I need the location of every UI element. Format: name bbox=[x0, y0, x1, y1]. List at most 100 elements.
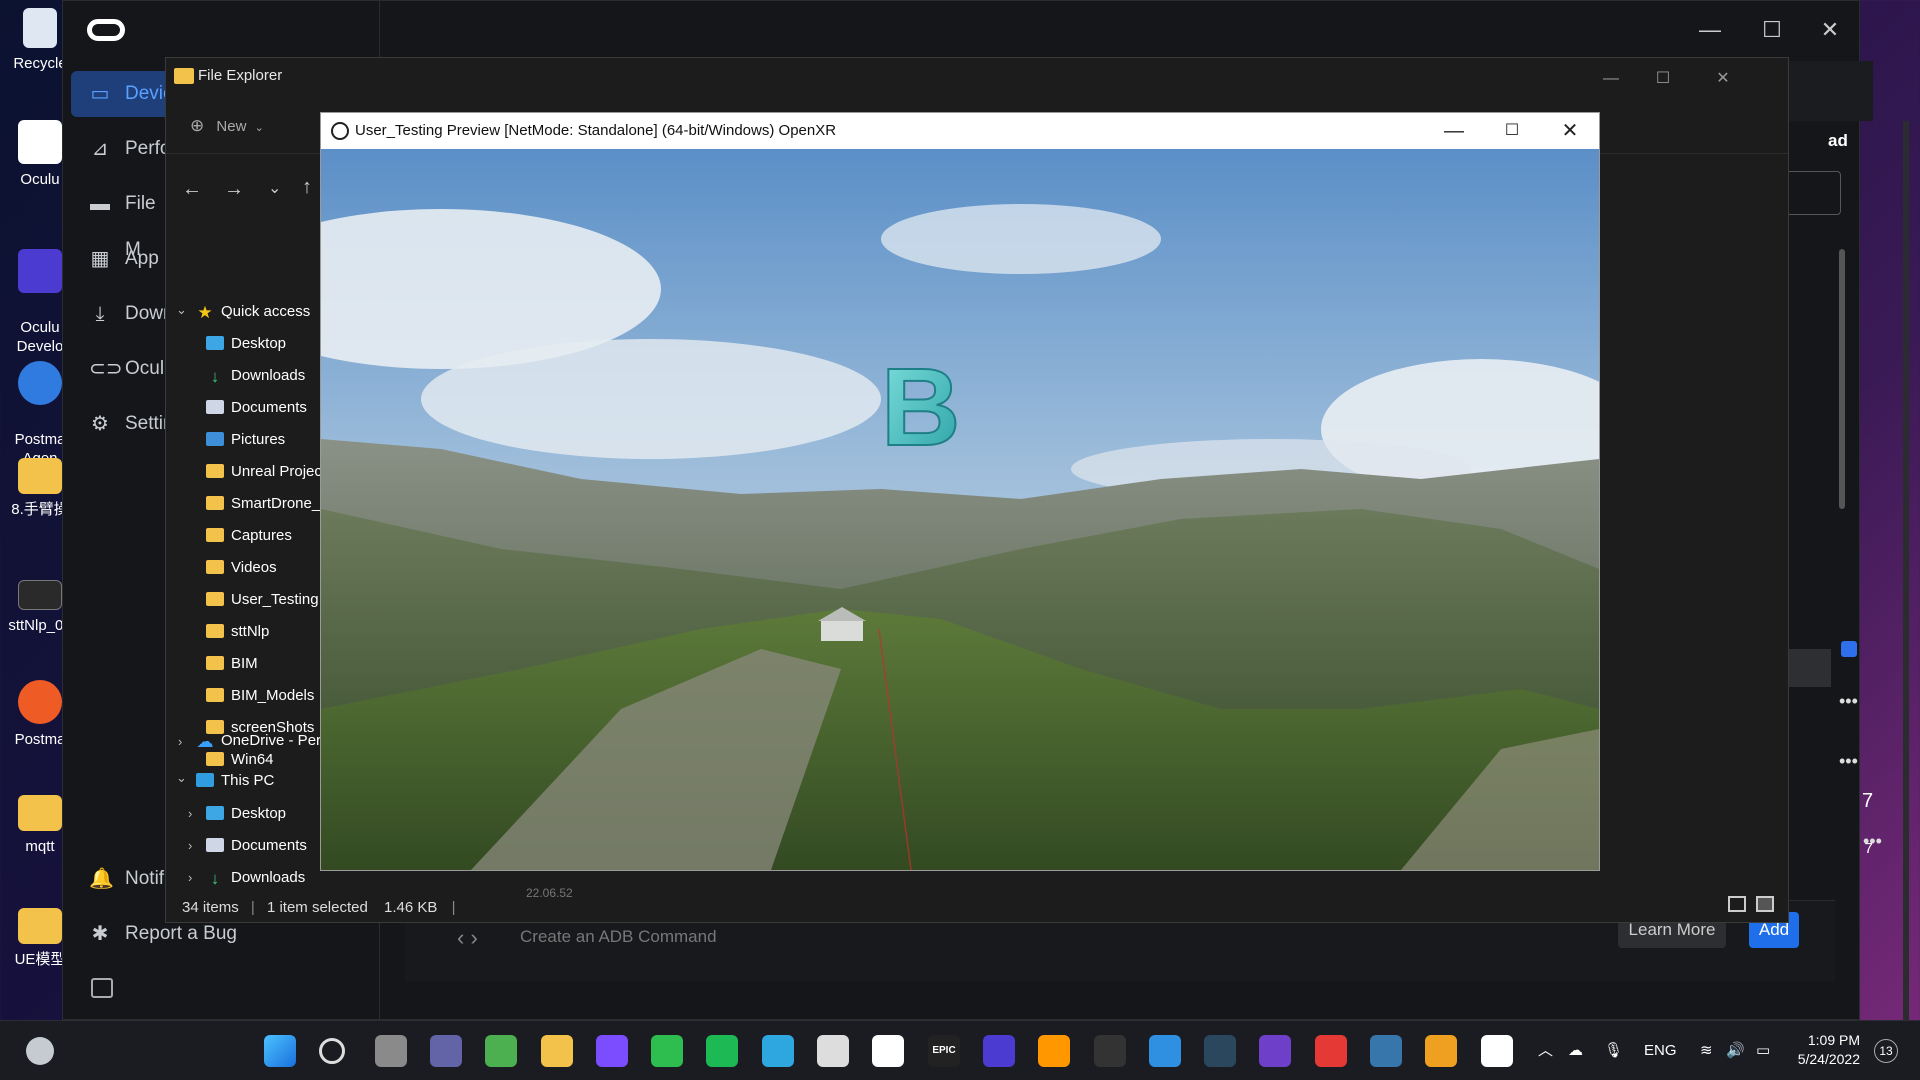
battery-icon[interactable]: ▭ bbox=[1756, 1021, 1770, 1080]
line-icon[interactable] bbox=[651, 1035, 683, 1067]
weather-icon[interactable] bbox=[26, 1037, 54, 1065]
spotify-icon[interactable] bbox=[706, 1035, 738, 1067]
microphone-icon[interactable]: 🎙 bbox=[1604, 1021, 1623, 1080]
tree-quick-access[interactable]: ★ Quick access bbox=[196, 298, 310, 326]
teams-chat-icon[interactable] bbox=[430, 1035, 462, 1067]
nav-performance[interactable]: ⊿ Perfo bbox=[71, 126, 171, 172]
nav-apps[interactable]: ▦ App bbox=[71, 236, 171, 282]
details-view-icon[interactable] bbox=[1728, 896, 1746, 912]
tree-pc-item-documents[interactable]: Documents bbox=[206, 832, 307, 860]
up-arrow-icon[interactable]: ↑ bbox=[302, 176, 312, 199]
notification-badge[interactable]: 13 bbox=[1874, 1039, 1898, 1063]
minimize-icon[interactable]: — bbox=[1429, 116, 1479, 146]
clock[interactable]: 1:09 PM 5/24/2022 bbox=[1790, 1031, 1860, 1069]
tree-onedrive[interactable]: ☁ OneDrive - Pers bbox=[196, 727, 329, 755]
tree-item-smartdrone-[interactable]: SmartDrone_ bbox=[206, 490, 320, 518]
postman-agent-icon bbox=[18, 361, 62, 405]
show-hidden-icons-icon[interactable]: ︿ bbox=[1538, 1021, 1553, 1080]
new-button[interactable]: ⊕ New ⌄ bbox=[190, 116, 264, 136]
chrome-icon[interactable] bbox=[485, 1035, 517, 1067]
computer-icon bbox=[196, 773, 214, 787]
tree-item-documents[interactable]: Documents bbox=[206, 394, 307, 422]
chevron-right-icon[interactable]: › bbox=[188, 870, 192, 885]
recent-chevron-icon[interactable]: ⌄ bbox=[268, 178, 281, 198]
oculus-icon bbox=[18, 120, 62, 164]
onedrive-icon[interactable]: ☁ bbox=[1568, 1021, 1583, 1080]
taskbar: EPIC ︿ ☁ 🎙 ENG ≋ 🔊 ▭ 1:09 PM 5/24/2022 1… bbox=[0, 1020, 1920, 1080]
back-arrow-icon[interactable]: ← bbox=[182, 178, 202, 201]
nav-notifications[interactable]: 🔔 Notif bbox=[71, 856, 171, 902]
dice-icon[interactable] bbox=[1315, 1035, 1347, 1067]
tree-item-desktop[interactable]: Desktop bbox=[206, 330, 286, 358]
language-indicator[interactable]: ENG bbox=[1644, 1021, 1677, 1080]
inkscape-icon[interactable] bbox=[817, 1035, 849, 1067]
right-scrollbar[interactable] bbox=[1839, 249, 1845, 509]
checkbox-checked[interactable] bbox=[1841, 641, 1857, 657]
tiles-view-icon[interactable] bbox=[1756, 896, 1774, 912]
messenger-icon[interactable] bbox=[596, 1035, 628, 1067]
folder-icon bbox=[206, 560, 224, 574]
close-icon[interactable]: ✕ bbox=[1815, 15, 1845, 45]
task-view-icon[interactable] bbox=[375, 1035, 407, 1067]
close-icon[interactable]: ✕ bbox=[1708, 64, 1738, 94]
tree-pc-item-desktop[interactable]: Desktop bbox=[206, 800, 286, 828]
folder-icon bbox=[206, 624, 224, 638]
unreal-engine-icon[interactable] bbox=[1481, 1035, 1513, 1067]
tree-item-bim[interactable]: BIM bbox=[206, 650, 258, 678]
nav-oculus[interactable]: ⊂⊃ Oculu bbox=[71, 346, 175, 392]
more-options-icon[interactable]: ••• bbox=[1839, 691, 1858, 712]
tree-pc-item-downloads[interactable]: ↓ Downloads bbox=[206, 864, 305, 892]
powerpoint-icon[interactable] bbox=[1425, 1035, 1457, 1067]
ue-preview-window: User_Testing Preview [NetMode: Standalon… bbox=[320, 112, 1600, 871]
python-file-icon[interactable] bbox=[1370, 1035, 1402, 1067]
start-icon[interactable] bbox=[264, 1035, 296, 1067]
tree-item-captures[interactable]: Captures bbox=[206, 522, 292, 550]
chevron-right-icon[interactable]: › bbox=[178, 734, 182, 749]
download-icon: ⤓ bbox=[95, 303, 105, 325]
more-options-icon[interactable]: ••• bbox=[1863, 831, 1882, 852]
chevron-down-icon[interactable]: ⌄ bbox=[176, 302, 187, 318]
steam-icon[interactable] bbox=[1204, 1035, 1236, 1067]
edge-icon[interactable] bbox=[762, 1035, 794, 1067]
nav-devices[interactable]: ▭ Devic bbox=[71, 71, 173, 117]
volume-icon[interactable]: 🔊 bbox=[1726, 1021, 1745, 1080]
sublime-icon[interactable] bbox=[1038, 1035, 1070, 1067]
minimize-icon[interactable]: — bbox=[1596, 64, 1626, 94]
tree-item-bim-models[interactable]: BIM_Models bbox=[206, 682, 314, 710]
search-icon[interactable] bbox=[319, 1038, 345, 1064]
folder-icon bbox=[18, 458, 62, 494]
oculus-dev-hub-icon[interactable] bbox=[983, 1035, 1015, 1067]
minimize-icon[interactable]: — bbox=[1695, 15, 1725, 45]
oculus-icon[interactable] bbox=[872, 1035, 904, 1067]
chevron-right-icon[interactable]: › bbox=[188, 838, 192, 853]
tree-item-pictures[interactable]: Pictures bbox=[206, 426, 285, 454]
tree-item-downloads[interactable]: ↓ Downloads bbox=[206, 362, 305, 390]
maximize-icon[interactable]: ☐ bbox=[1648, 64, 1678, 94]
outer-scrollbar[interactable] bbox=[1903, 121, 1909, 1021]
wifi-icon[interactable]: ≋ bbox=[1700, 1021, 1713, 1080]
maximize-icon[interactable]: ☐ bbox=[1757, 15, 1787, 45]
file-explorer-icon[interactable] bbox=[541, 1035, 573, 1067]
adb-command-input[interactable]: Create an ADB Command bbox=[520, 917, 1600, 957]
tree-item-unreal-projec[interactable]: Unreal Projec bbox=[206, 458, 322, 486]
terminal-icon[interactable] bbox=[1094, 1035, 1126, 1067]
chevron-down-icon[interactable]: ⌄ bbox=[176, 770, 187, 786]
close-icon[interactable]: ✕ bbox=[1545, 116, 1595, 146]
forward-arrow-icon[interactable]: → bbox=[224, 178, 244, 201]
tree-item-videos[interactable]: Videos bbox=[206, 554, 277, 582]
more-options-icon[interactable]: ••• bbox=[1839, 751, 1858, 772]
tree-this-pc[interactable]: This PC bbox=[196, 767, 274, 795]
nav-file-manager[interactable]: ▬ File M bbox=[71, 181, 171, 260]
collapse-sidebar-icon[interactable] bbox=[91, 978, 113, 998]
nav-settings[interactable]: ⚙ Settir bbox=[71, 401, 171, 447]
nav-downloads[interactable]: ⤓ Dowr bbox=[71, 291, 171, 337]
preview-titlebar: User_Testing Preview [NetMode: Standalon… bbox=[321, 113, 1599, 149]
vscode-icon[interactable] bbox=[1149, 1035, 1181, 1067]
game-viewport[interactable]: B bbox=[321, 149, 1599, 870]
maximize-icon[interactable]: ☐ bbox=[1487, 116, 1537, 146]
tree-item-user-testing[interactable]: User_Testing bbox=[206, 586, 319, 614]
epic-games-icon[interactable]: EPIC bbox=[928, 1035, 960, 1067]
tree-item-sttnlp[interactable]: sttNlp bbox=[206, 618, 269, 646]
github-desktop-icon[interactable] bbox=[1259, 1035, 1291, 1067]
chevron-right-icon[interactable]: › bbox=[188, 806, 192, 821]
